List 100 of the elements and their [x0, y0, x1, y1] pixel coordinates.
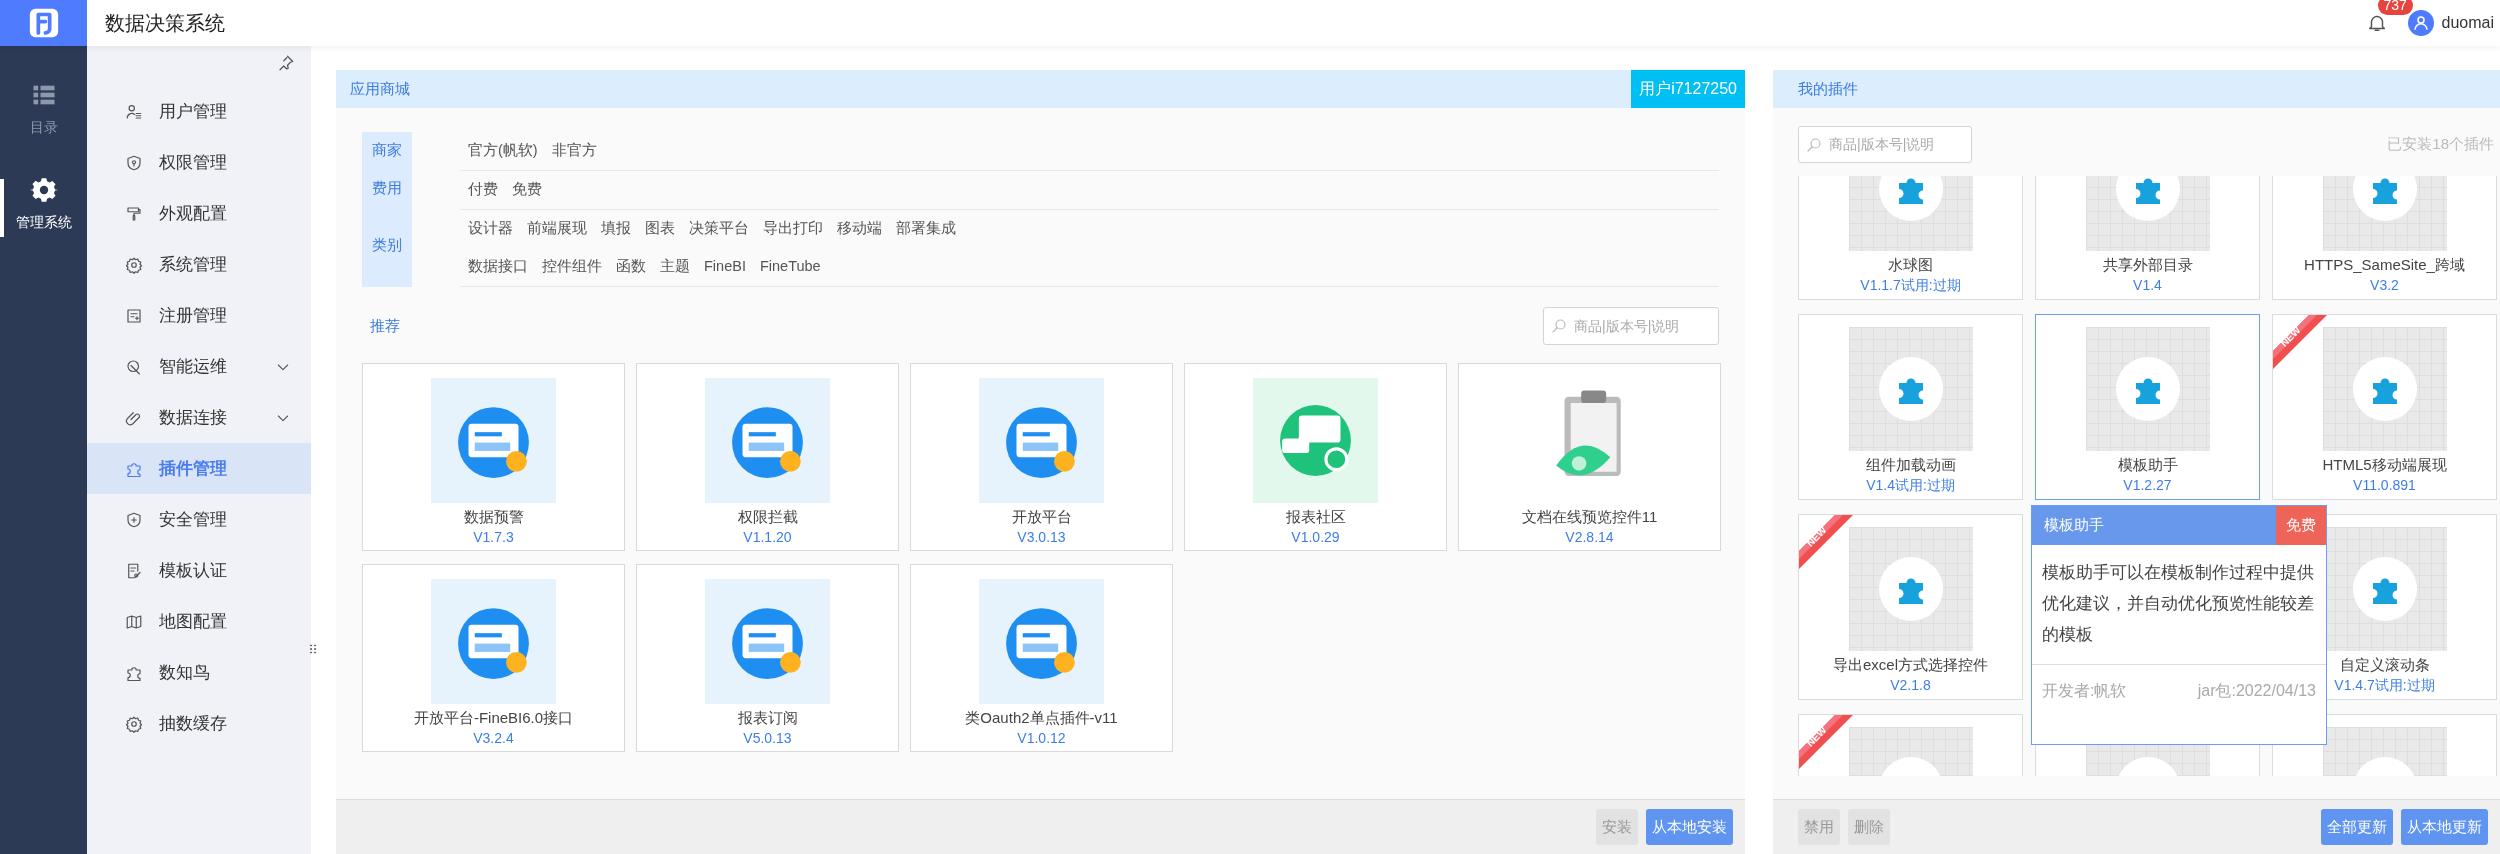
filter-option[interactable]: 主题 — [660, 256, 690, 278]
wrench-icon — [125, 357, 143, 376]
sidebar-item[interactable]: 模板认证 — [87, 545, 311, 596]
notification-badge: 737 — [2377, 0, 2413, 15]
app-card[interactable]: 报表社区 V1.0.29 — [1184, 363, 1447, 551]
plugin-version: V1.4.7试用:过期 — [2334, 676, 2435, 695]
filter-option[interactable]: 控件组件 — [542, 256, 602, 278]
panel-title: 我的插件 — [1798, 78, 1858, 99]
user-icon — [125, 102, 143, 121]
plugin-version: V3.2 — [2370, 276, 2399, 295]
search-icon — [1550, 317, 1568, 335]
filter-option[interactable]: 设计器 — [468, 218, 513, 240]
plugin-card[interactable]: 组件加载动画 V1.4试用:过期 — [1798, 314, 2023, 500]
map-icon — [125, 612, 143, 631]
app-version: V2.8.14 — [1565, 528, 1614, 547]
filter-option[interactable]: FineBI — [704, 256, 746, 278]
filter-option[interactable]: 部署集成 — [896, 218, 956, 240]
app-name: 报表订阅 — [737, 708, 798, 728]
app-version: V3.0.13 — [1017, 528, 1066, 547]
plugin-version: V1.4 — [2133, 276, 2162, 295]
filter-option[interactable]: 导出打印 — [763, 218, 823, 240]
app-version: V5.0.13 — [743, 729, 792, 748]
app-card[interactable]: 开放平台 V3.0.13 — [910, 363, 1173, 551]
plugin-count: 已安装18个插件 — [2387, 134, 2495, 155]
plugin-name: 组件加载动画 — [1865, 455, 1956, 475]
filter-option[interactable]: 前端展现 — [527, 218, 587, 240]
plugin-name: HTTPS_SameSite_跨域 — [2304, 255, 2465, 275]
search-icon — [1805, 135, 1823, 154]
user-name[interactable]: duomai — [2441, 11, 2500, 35]
plugin-version: V1.1.7试用:过期 — [1860, 276, 1961, 295]
plugin-card[interactable]: 水球图 V1.1.7试用:过期 — [1798, 176, 2023, 300]
filter-option[interactable]: 数据接口 — [468, 256, 528, 278]
sidebar-item[interactable]: 注册管理 — [87, 290, 311, 341]
pin-icon[interactable] — [277, 54, 295, 72]
filter-option[interactable]: 填报 — [601, 218, 631, 240]
section-title: 推荐 — [370, 315, 400, 336]
app-title: 数据决策系统 — [104, 11, 225, 36]
sidebar-item[interactable]: 抽数缓存 — [87, 698, 311, 749]
avatar-icon[interactable] — [2407, 10, 2434, 36]
sidebar-item[interactable]: 系统管理 — [87, 239, 311, 290]
sidebar-item[interactable]: 用户管理 — [87, 86, 311, 137]
sidebar-item[interactable]: 数据连接 — [87, 392, 311, 443]
app-name: 开放平台 — [1011, 507, 1072, 527]
sidebar-item[interactable]: 数知鸟 — [87, 647, 311, 698]
panel-title: 应用商城 — [350, 78, 410, 99]
filter-option[interactable]: 付费 — [468, 179, 498, 201]
developer-label: 开发者:帆软 — [2042, 681, 2127, 701]
app-name: 开放平台-FineBI6.0接口 — [413, 708, 574, 728]
filter-option[interactable]: 移动端 — [837, 218, 882, 240]
app-version: V1.7.3 — [473, 528, 514, 547]
plugin-version: V11.0.891 — [2353, 476, 2416, 495]
search-field[interactable]: 商品|版本号|说明 — [1572, 314, 1712, 338]
plugin-name: 水球图 — [1888, 255, 1933, 275]
rail-item[interactable]: 管理系统 — [0, 157, 87, 252]
account-label: 用户i7127250 — [1631, 70, 1745, 108]
sidebar-item[interactable]: 智能运维 — [87, 341, 311, 392]
sidebar-item[interactable]: 权限管理 — [87, 137, 311, 188]
app-name: 报表社区 — [1285, 507, 1346, 527]
app-version: V1.0.12 — [1017, 729, 1066, 748]
filter-label: 商家 — [372, 141, 402, 161]
app-card[interactable]: 开放平台-FineBI6.0接口 V3.2.4 — [362, 564, 625, 752]
sidebar-item[interactable]: 安全管理 — [87, 494, 311, 545]
app-card[interactable]: 报表订阅 V5.0.13 — [636, 564, 899, 752]
filter-option[interactable]: 非官方 — [551, 140, 597, 162]
plugin-card[interactable]: 模板助手 V1.2.27 — [2035, 314, 2260, 500]
plugin-version: V1.4试用:过期 — [1866, 476, 1955, 495]
app-card[interactable]: 类Oauth2单点插件-v11 V1.0.12 — [910, 564, 1173, 752]
filter-option[interactable]: 函数 — [616, 256, 646, 278]
app-name: 文档在线预览控件11 — [1521, 507, 1658, 527]
app-name: 类Oauth2单点插件-v11 — [965, 708, 1118, 728]
form-icon — [125, 306, 143, 325]
app-version: V1.0.29 — [1291, 528, 1340, 547]
filter-label: 类别 — [372, 236, 402, 256]
plugin-card[interactable]: 共享外部目录 V1.4 — [2035, 176, 2260, 300]
filter-option[interactable]: 免费 — [512, 179, 542, 201]
search-field[interactable]: 商品|版本号|说明 — [1827, 133, 1965, 156]
rail-item[interactable]: 目录 — [0, 62, 87, 157]
filter-option[interactable]: 图表 — [645, 218, 675, 240]
paint-roller-icon — [125, 204, 143, 223]
app-card[interactable]: 权限拦截 V1.1.20 — [636, 363, 899, 551]
sidebar-item[interactable]: 外观配置 — [87, 188, 311, 239]
app-name: 权限拦截 — [737, 507, 798, 527]
app-name: 数据预警 — [463, 507, 524, 527]
app-card[interactable]: 文档在线预览控件11 V2.8.14 — [1458, 363, 1721, 551]
search-box[interactable]: 商品|版本号|说明 — [1543, 307, 1719, 345]
search-box[interactable]: 商品|版本号|说明 — [1798, 126, 1972, 163]
plugin-card[interactable]: HTTPS_SameSite_跨域 V3.2 — [2272, 176, 2497, 300]
filter-option[interactable]: 官方(帆软) — [468, 140, 538, 162]
plugin-version: V1.2.27 — [2123, 476, 2172, 495]
app-version: V3.2.4 — [473, 729, 514, 748]
shield-icon — [125, 153, 143, 172]
app-card[interactable]: 数据预警 V1.7.3 — [362, 363, 625, 551]
plugin-name: 自定义滚动条 — [2339, 655, 2430, 675]
app-version: V1.1.20 — [743, 528, 792, 547]
gear-icon — [29, 176, 58, 204]
filter-option[interactable]: FineTube — [759, 256, 821, 278]
gear-icon — [125, 255, 143, 274]
sidebar-item[interactable]: 地图配置 — [87, 596, 311, 647]
filter-option[interactable]: 决策平台 — [689, 218, 749, 240]
plugin-name: 导出excel方式选择控件 — [1833, 655, 1988, 675]
